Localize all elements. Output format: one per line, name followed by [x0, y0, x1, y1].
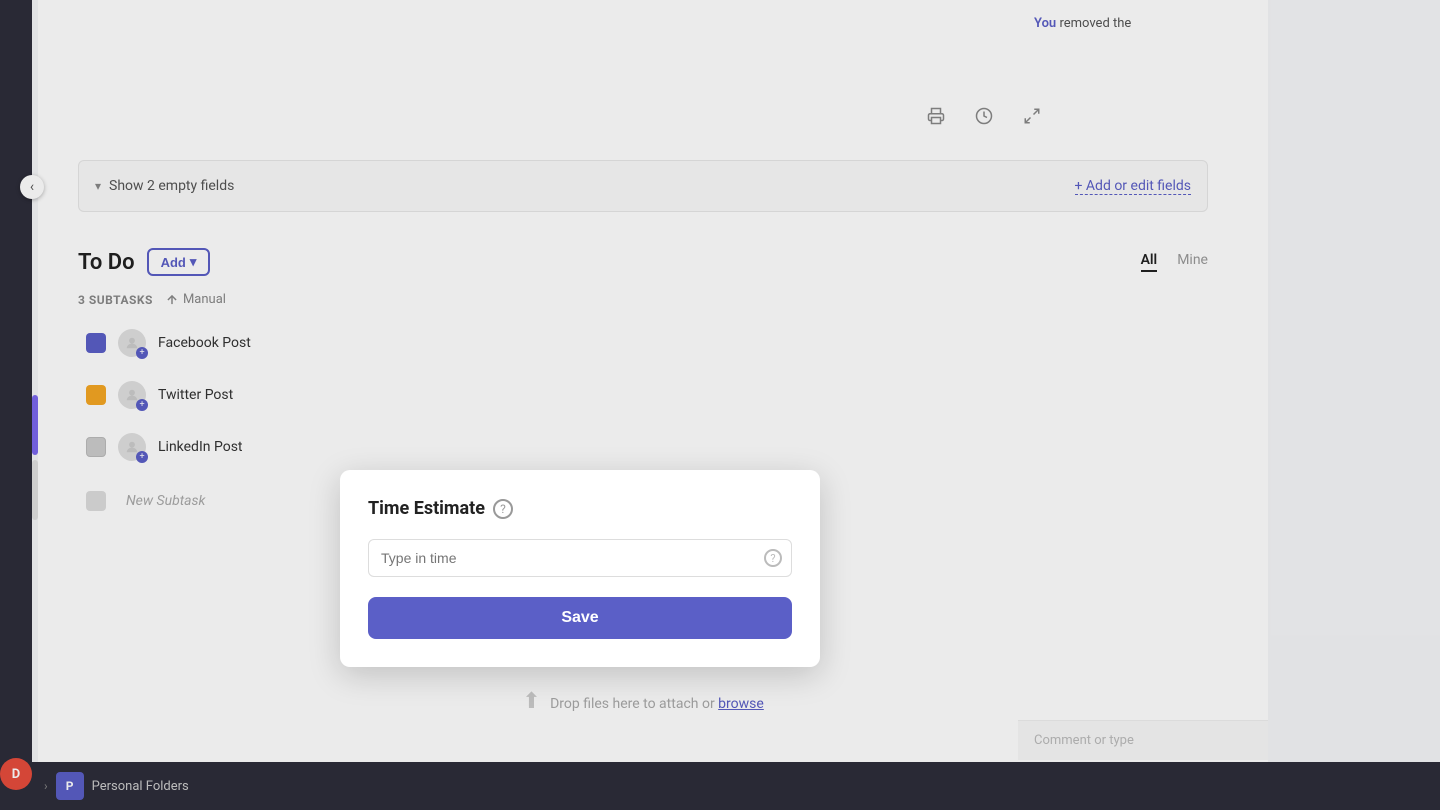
modal-help-icon[interactable]: ?: [493, 499, 513, 519]
modal-title: Time Estimate: [368, 498, 485, 519]
time-estimate-modal: Time Estimate ? ? Save: [340, 470, 820, 667]
time-estimate-input[interactable]: [368, 539, 792, 577]
modal-overlay: [0, 0, 1440, 810]
modal-body: ?: [368, 539, 792, 577]
save-button[interactable]: Save: [368, 597, 792, 639]
modal-header: Time Estimate ?: [368, 498, 792, 519]
time-input-wrapper: ?: [368, 539, 792, 577]
time-input-help-icon[interactable]: ?: [764, 549, 782, 567]
